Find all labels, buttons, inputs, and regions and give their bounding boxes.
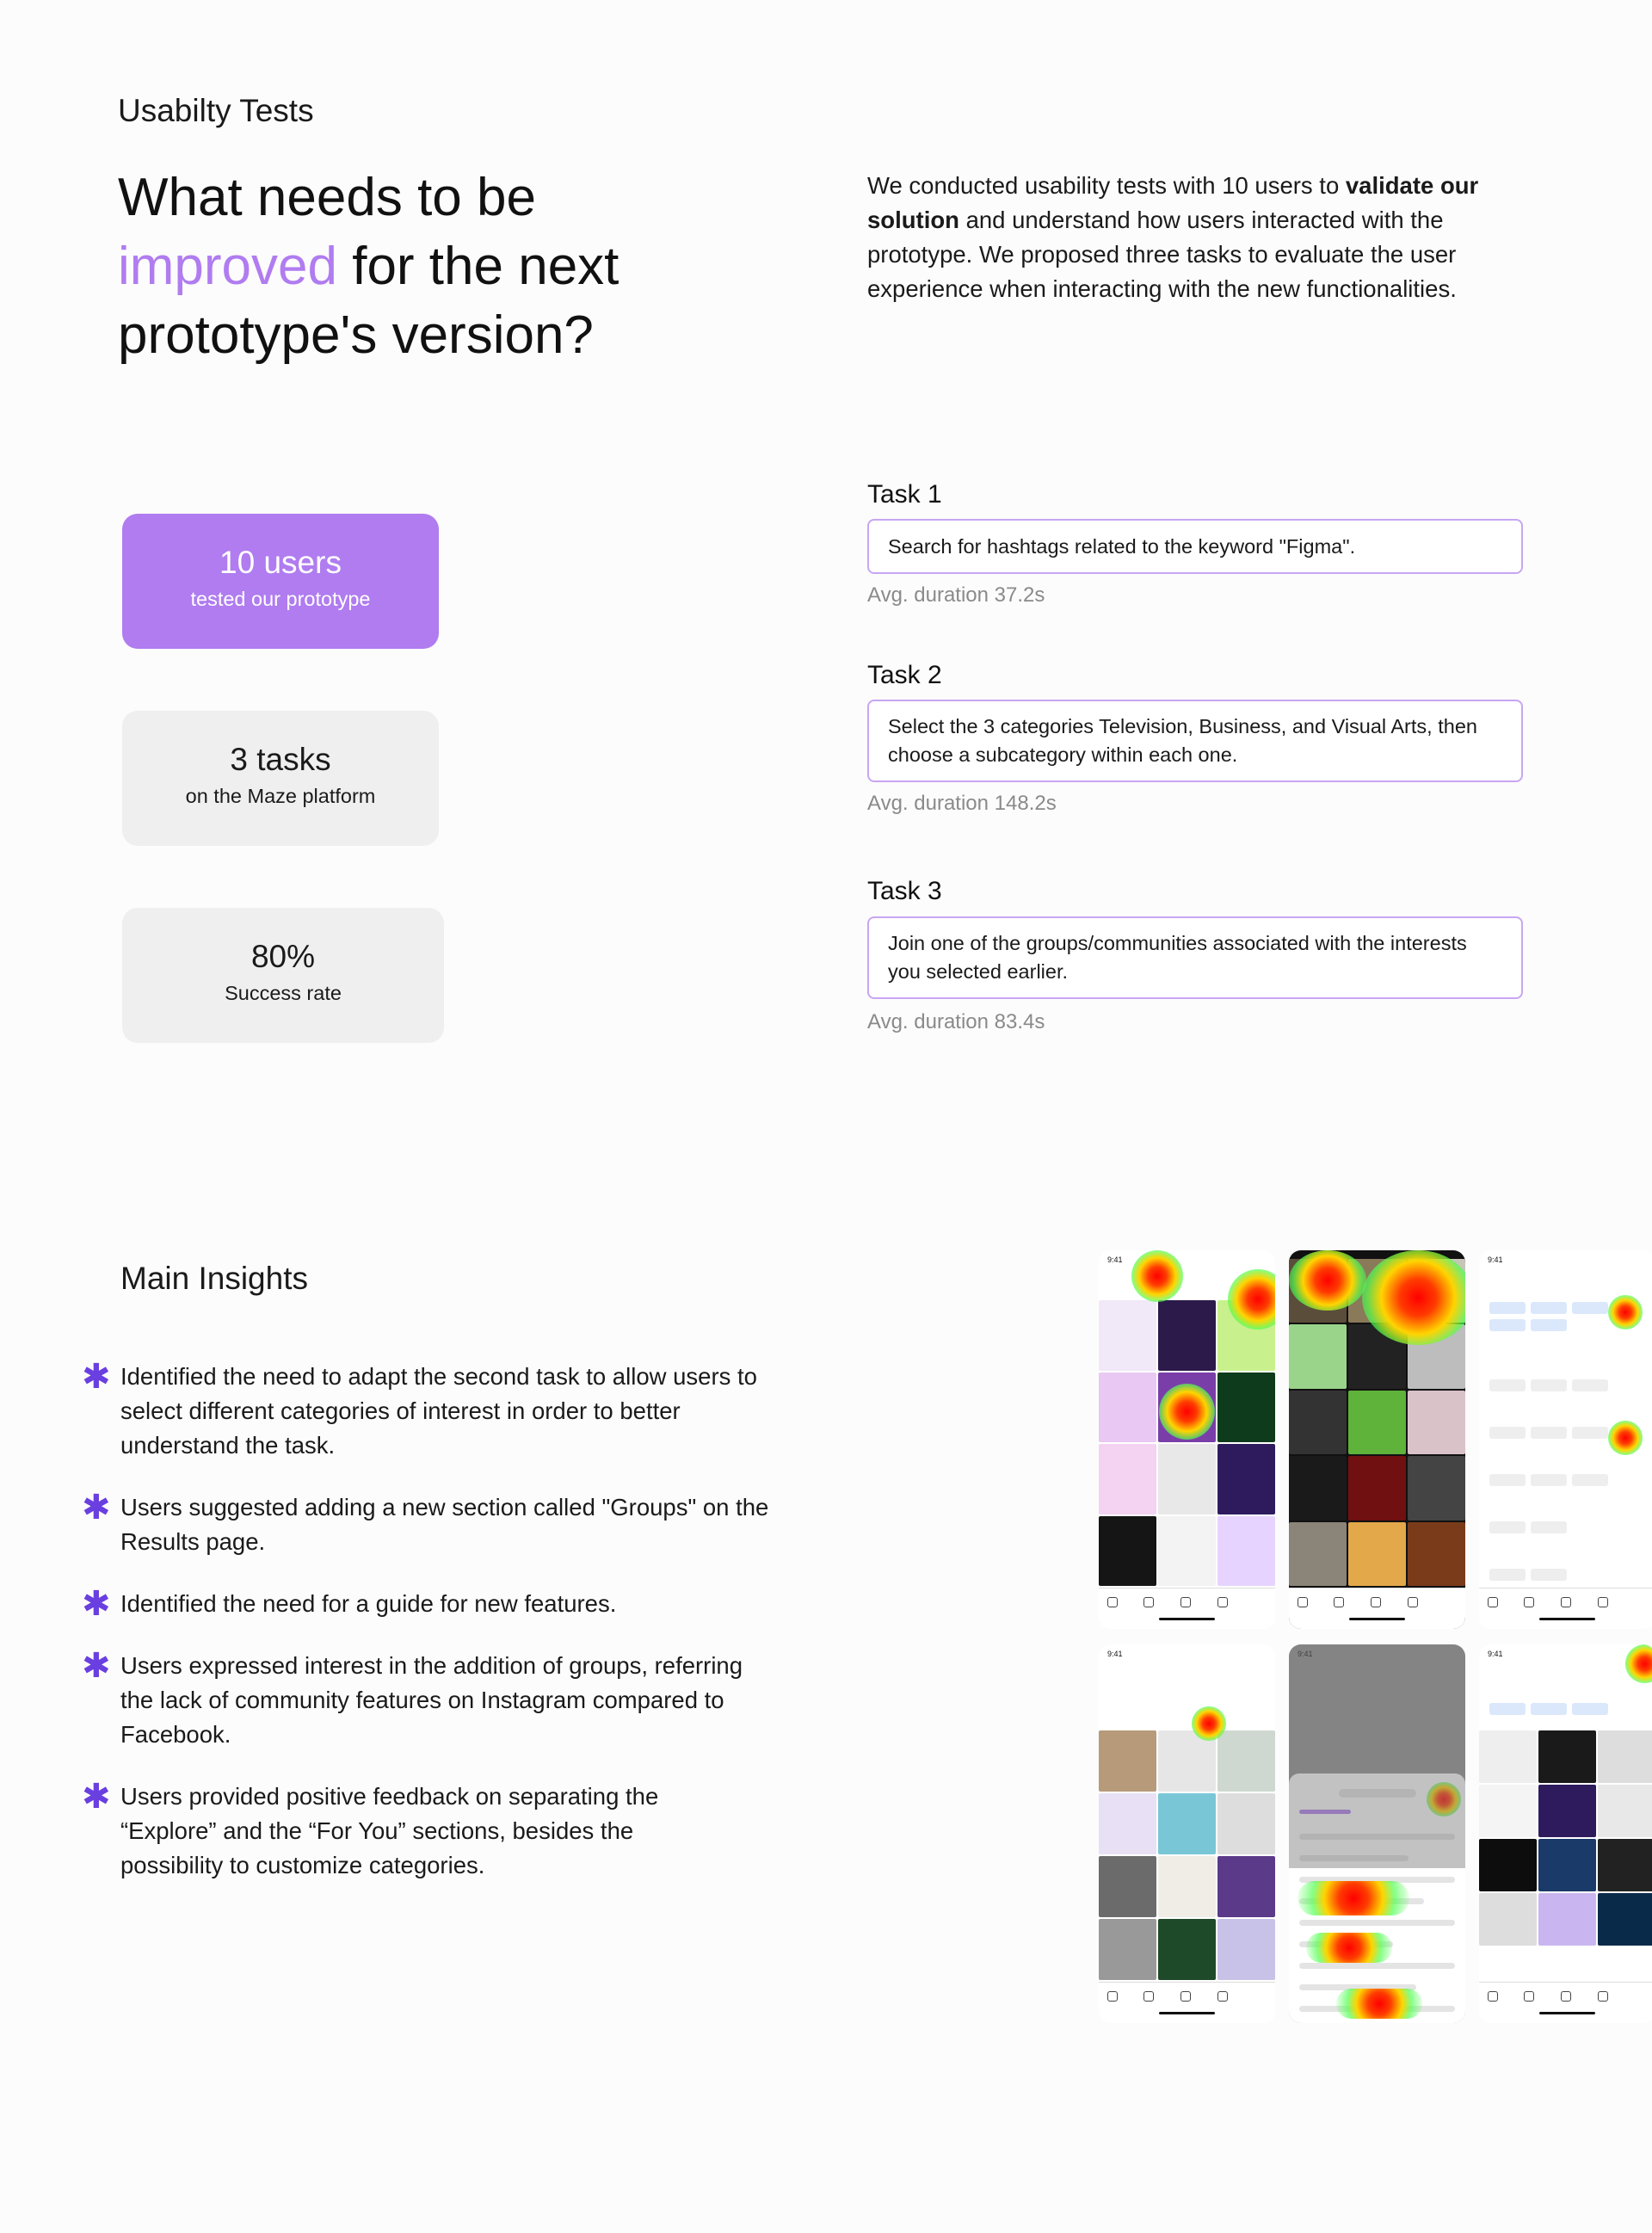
insight-item: ✱ Users suggested adding a new section c… — [82, 1490, 787, 1559]
status-time: 9:41 — [1488, 1650, 1503, 1658]
insight-item: ✱ Users expressed interest in the additi… — [82, 1649, 787, 1752]
task-1-duration: Avg. duration 37.2s — [867, 583, 1045, 607]
headline-accent: improved — [118, 237, 337, 296]
heatmap-gallery: 9:41 9:41 9:41 9:41 9:41 — [1099, 1250, 1652, 2033]
heatmap-screen-filter: 9:41 — [1479, 1250, 1652, 1629]
insight-text: Users provided positive feedback on sepa… — [120, 1783, 659, 1878]
task-1-description: Search for hashtags related to the keywo… — [867, 519, 1523, 574]
headline-pre: What needs to be — [118, 168, 536, 227]
asterisk-icon: ✱ — [82, 1585, 111, 1623]
insight-item: ✱ Identified the need to adapt the secon… — [82, 1360, 787, 1463]
insight-text: Identified the need for a guide for new … — [120, 1590, 617, 1617]
stat-value: 3 tasks — [230, 742, 331, 777]
heatmap-screen-search-results: 9:41 — [1099, 1250, 1275, 1629]
stat-value: 80% — [250, 939, 316, 974]
stat-label: on the Maze platform — [185, 785, 376, 807]
stat-label: Success rate — [225, 982, 342, 1004]
task-3-duration: Avg. duration 83.4s — [867, 1010, 1045, 1033]
intro-paragraph: We conducted usability tests with 10 use… — [867, 169, 1521, 306]
task-2-duration: Avg. duration 148.2s — [867, 792, 1057, 815]
task-1-title: Task 1 — [867, 480, 942, 509]
task-2-title: Task 2 — [867, 661, 942, 689]
insight-text: Identified the need to adapt the second … — [120, 1363, 757, 1459]
heatmap-screen-for-you: 9:41 — [1099, 1644, 1275, 2023]
heatmap-screen-my-interests: 9:41 — [1289, 1644, 1465, 2023]
insight-item: ✱ Users provided positive feedback on se… — [82, 1780, 787, 1883]
asterisk-icon: ✱ — [82, 1647, 111, 1685]
task-3-description: Join one of the groups/communities assoc… — [867, 916, 1523, 999]
status-time: 9:41 — [1107, 1650, 1123, 1658]
stat-value: 10 users — [219, 545, 342, 580]
page-headline: What needs to be improved for the next p… — [118, 163, 772, 370]
intro-text-1: We conducted usability tests with 10 use… — [867, 172, 1346, 199]
status-time: 9:41 — [1107, 1255, 1123, 1264]
heatmap-screen-explore-grid — [1289, 1250, 1465, 1629]
heatmap-screen-figma-results: 9:41 — [1479, 1644, 1652, 2023]
stat-label: tested our prototype — [190, 588, 371, 610]
insight-item: ✱ Identified the need for a guide for ne… — [82, 1587, 787, 1621]
asterisk-icon: ✱ — [82, 1778, 111, 1816]
task-2-description: Select the 3 categories Television, Busi… — [867, 700, 1523, 782]
insight-text: Users expressed interest in the addition… — [120, 1652, 743, 1748]
asterisk-icon: ✱ — [82, 1489, 111, 1527]
asterisk-icon: ✱ — [82, 1358, 111, 1396]
stat-card-success: 80% Success rate — [122, 908, 444, 1043]
status-time: 9:41 — [1488, 1255, 1503, 1264]
insights-title: Main Insights — [120, 1261, 308, 1296]
status-time: 9:41 — [1298, 1650, 1313, 1658]
section-label: Usabilty Tests — [118, 93, 314, 128]
task-3-title: Task 3 — [867, 877, 942, 905]
stat-card-users: 10 users tested our prototype — [122, 514, 439, 649]
insight-text: Users suggested adding a new section cal… — [120, 1494, 769, 1555]
stat-card-tasks: 3 tasks on the Maze platform — [122, 711, 439, 846]
